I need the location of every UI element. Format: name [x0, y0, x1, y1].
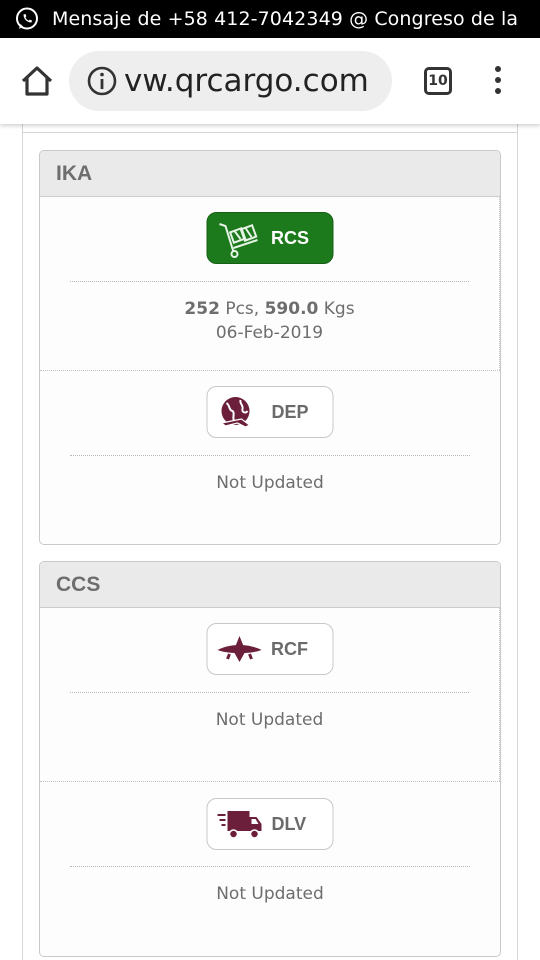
- page-content: IKA RCS 252 Pcs, 590.0 Kgs 06-Feb-2019 D…: [0, 124, 540, 960]
- station-card-ika: IKA RCS 252 Pcs, 590.0 Kgs 06-Feb-2019 D…: [39, 150, 501, 545]
- event-status-note: Not Updated: [216, 884, 324, 904]
- weight-value: 590.0: [264, 299, 319, 319]
- cart-with-boxes-icon: [218, 223, 258, 258]
- pieces-unit: Pcs,: [225, 299, 260, 319]
- status-bar: Mensaje de +58 412-7042349 @ Congreso de…: [0, 0, 540, 38]
- delivery-truck-icon: [217, 811, 262, 839]
- station-code: IKA: [40, 151, 500, 197]
- pieces-value: 252: [184, 299, 220, 319]
- rcs-badge[interactable]: RCS: [206, 212, 333, 264]
- globe-plane-icon: [220, 397, 251, 428]
- weight-unit: Kgs: [323, 299, 355, 319]
- event-rcs: RCS 252 Pcs, 590.0 Kgs 06-Feb-2019: [40, 197, 500, 370]
- event-status-note: Not Updated: [216, 473, 324, 493]
- event-dlv: DLV Not Updated: [40, 781, 500, 956]
- station-code: CCS: [40, 562, 500, 608]
- dlv-badge[interactable]: DLV: [206, 798, 334, 850]
- whatsapp-icon: [16, 7, 38, 30]
- event-date: 06-Feb-2019: [215, 323, 324, 343]
- event-dep: DEP Not Updated: [40, 370, 500, 544]
- rcs-label[interactable]: RCS: [271, 228, 309, 249]
- url-text[interactable]: vw.qrcargo.com: [124, 63, 369, 99]
- browser-toolbar: vw.qrcargo.com 10: [0, 38, 540, 124]
- overflow-menu-icon[interactable]: [489, 62, 507, 102]
- station-card-ccs: CCS RCF Not Updated DLV Not Updated: [39, 561, 501, 957]
- dep-label[interactable]: DEP: [272, 402, 309, 423]
- address-bar[interactable]: vw.qrcargo.com: [69, 51, 392, 111]
- tab-switcher-button[interactable]: 10: [424, 67, 452, 95]
- dep-badge[interactable]: DEP: [206, 386, 334, 438]
- event-status-note: Not Updated: [215, 710, 324, 730]
- event-rcf: RCF Not Updated: [40, 608, 500, 781]
- shipment-summary: 252 Pcs, 590.0 Kgs: [40, 299, 499, 319]
- rcf-badge[interactable]: RCF: [206, 623, 333, 675]
- info-icon[interactable]: [86, 65, 118, 97]
- home-icon[interactable]: [18, 62, 56, 100]
- dlv-label[interactable]: DLV: [272, 814, 307, 835]
- notification-text: Mensaje de +58 412-7042349 @ Congreso de…: [52, 8, 519, 30]
- rcf-label[interactable]: RCF: [271, 639, 308, 660]
- airplane-icon: [217, 636, 261, 662]
